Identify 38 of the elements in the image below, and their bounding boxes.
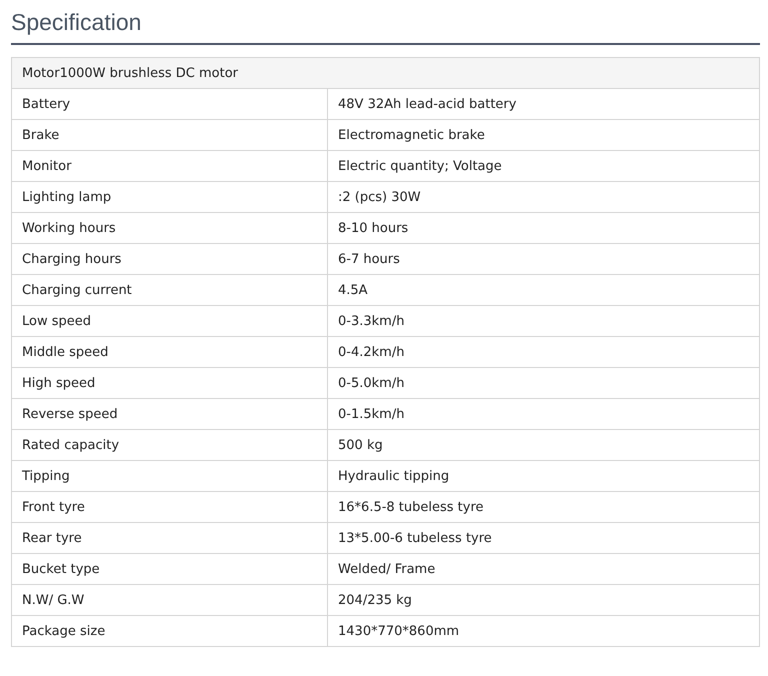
table-cell: 16*6.5-8 tubeless tyre xyxy=(328,492,760,522)
table-header-cell: Motor1000W brushless DC motor xyxy=(12,58,760,88)
table-cell: :2 (pcs) 30W xyxy=(328,182,760,212)
table-cell: 4.5A xyxy=(328,274,760,306)
table-cell: Battery xyxy=(12,88,328,120)
table-cell: Hydraulic tipping xyxy=(328,460,760,492)
table-cell: Middle speed xyxy=(12,336,328,368)
table-cell: Electromagnetic brake xyxy=(328,120,760,150)
table-cell: 0-3.3km/h xyxy=(328,306,760,336)
table-cell: Brake xyxy=(12,120,328,150)
table-cell: Electric quantity; Voltage xyxy=(328,150,760,182)
table-cell: Tipping xyxy=(12,460,328,492)
table-cell: Rear tyre xyxy=(12,522,328,554)
table-cell: 0-1.5km/h xyxy=(328,398,760,430)
table-cell: Monitor xyxy=(12,150,328,182)
table-cell: Bucket type xyxy=(12,554,328,584)
table-cell: High speed xyxy=(12,368,328,398)
section-title: Specification xyxy=(11,0,760,45)
table-cell: 13*5.00-6 tubeless tyre xyxy=(328,522,760,554)
table-cell: Welded/ Frame xyxy=(328,554,760,584)
table-cell: Rated capacity xyxy=(12,430,328,460)
table-cell: 0-5.0km/h xyxy=(328,368,760,398)
table-cell: 8-10 hours xyxy=(328,212,760,244)
table-cell: 48V 32Ah lead-acid battery xyxy=(328,88,760,120)
table-cell: 6-7 hours xyxy=(328,244,760,274)
table-cell: Charging hours xyxy=(12,244,328,274)
table-cell: Charging current xyxy=(12,274,328,306)
table-cell: Low speed xyxy=(12,306,328,336)
table-cell: 204/235 kg xyxy=(328,584,760,616)
table-cell: Package size xyxy=(12,616,328,646)
table-cell: N.W/ G.W xyxy=(12,584,328,616)
table-cell: Front tyre xyxy=(12,492,328,522)
table-cell: Lighting lamp xyxy=(12,182,328,212)
table-cell: 500 kg xyxy=(328,430,760,460)
table-cell: Reverse speed xyxy=(12,398,328,430)
table-cell: Working hours xyxy=(12,212,328,244)
table-cell: 1430*770*860mm xyxy=(328,616,760,646)
table-cell: 0-4.2km/h xyxy=(328,336,760,368)
